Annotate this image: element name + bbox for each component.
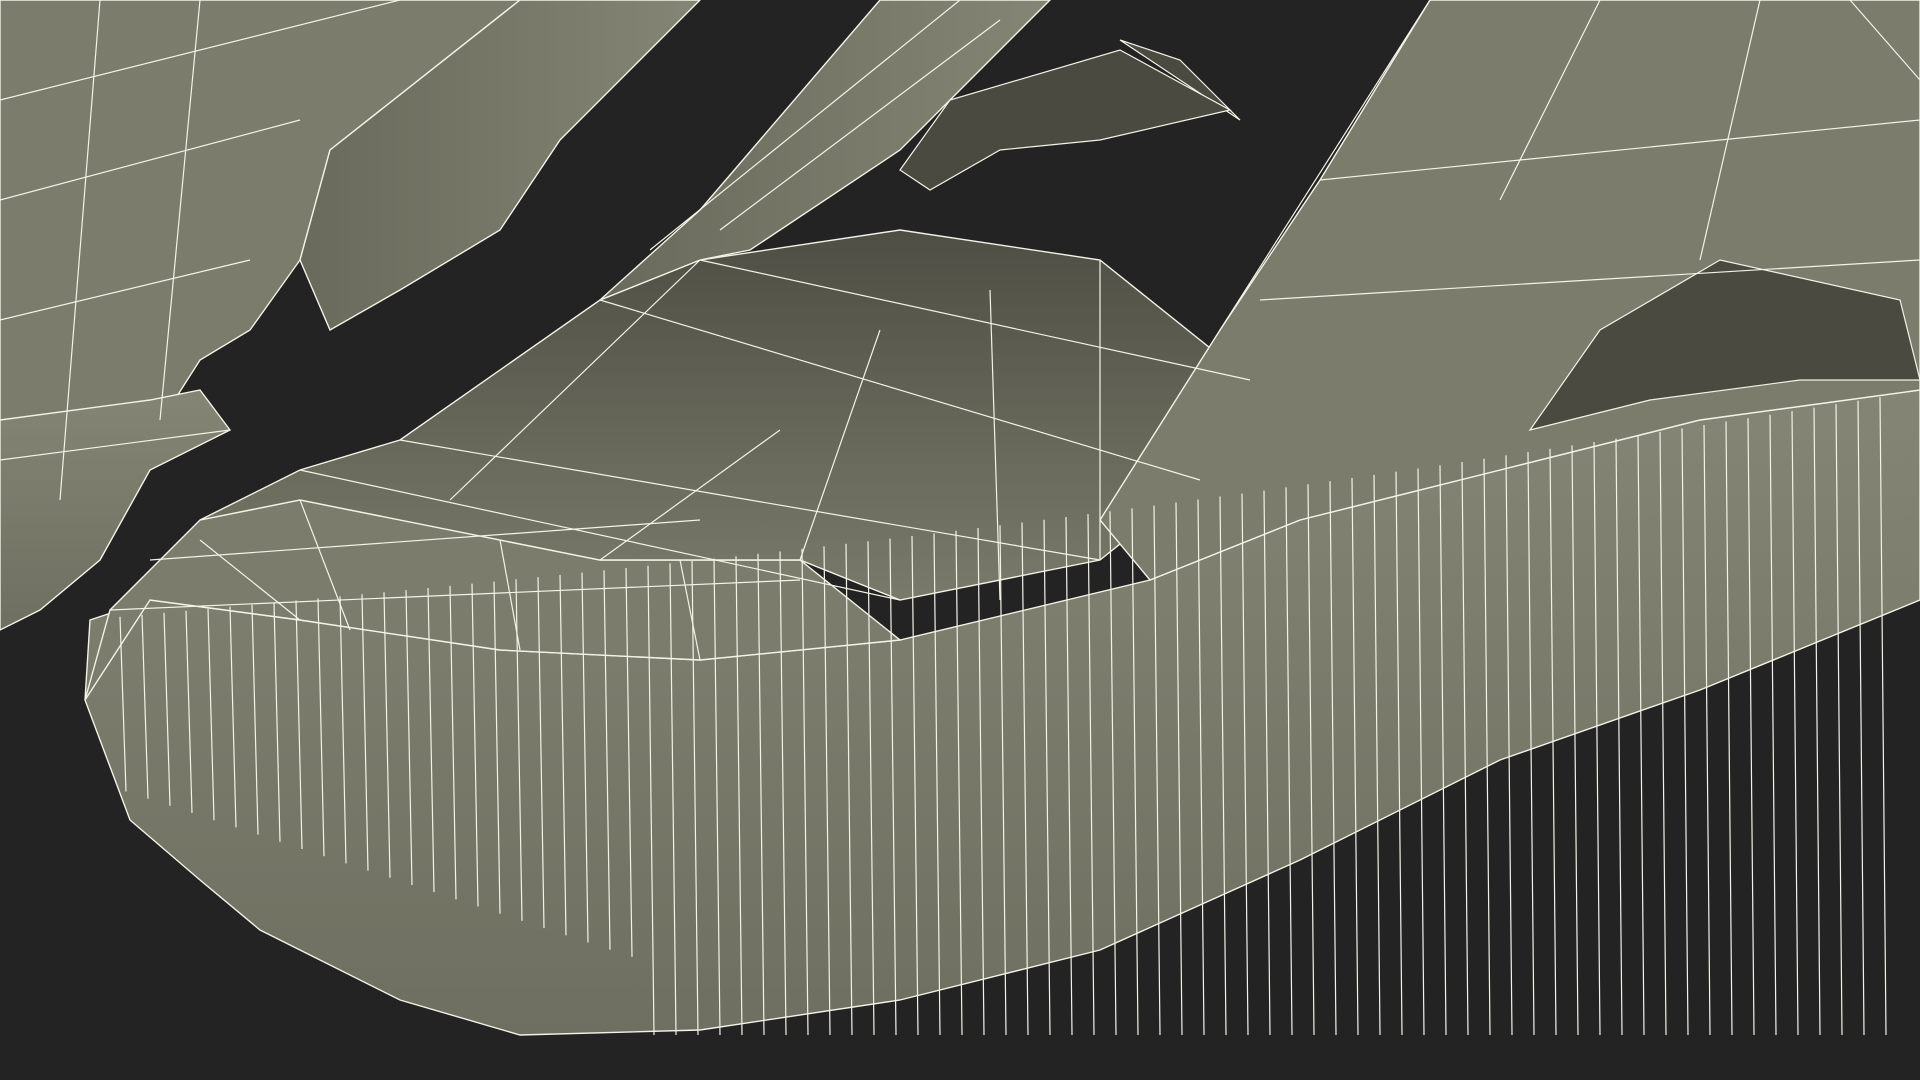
wireframe-shoe-render	[0, 0, 1920, 1036]
render-viewport	[0, 0, 1920, 1080]
